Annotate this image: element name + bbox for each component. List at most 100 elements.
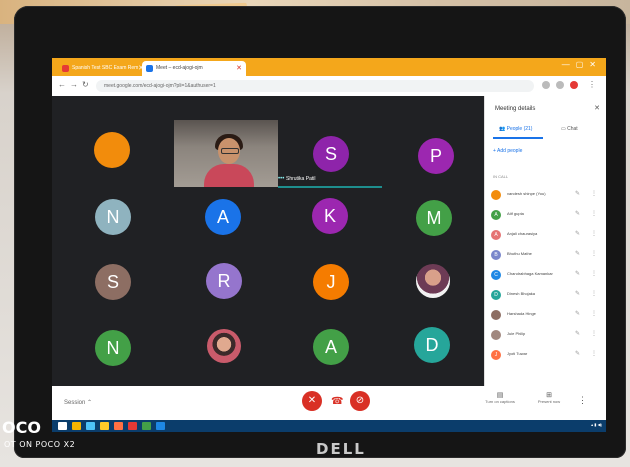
back-icon[interactable]: ← — [58, 80, 66, 89]
participant-row[interactable]: B Bhuthu Mathe ✎ ⋮ — [491, 248, 603, 262]
extension-icon[interactable] — [542, 81, 550, 89]
start-icon[interactable] — [58, 422, 67, 430]
firefox-icon[interactable] — [114, 422, 123, 430]
participant-initial: N — [106, 207, 120, 227]
mic-off-icon: ✎ — [575, 191, 581, 197]
ie-icon[interactable] — [86, 422, 95, 430]
session-label: Session — [64, 400, 86, 406]
star-icon[interactable] — [556, 81, 564, 89]
pin-icon[interactable]: ⋮ — [591, 190, 597, 197]
active-tab-indicator — [493, 137, 543, 139]
participant-row[interactable]: D Dinesh Bhojaka ✎ ⋮ — [491, 288, 603, 302]
captions-button[interactable]: ▤ Turn on captions — [480, 391, 520, 404]
avatar — [491, 310, 501, 320]
meet-favicon-icon — [146, 65, 153, 72]
address-bar-row: ← → ↻ meet.google.com/ecd-ajogi-ojm?pli=… — [52, 76, 606, 97]
participant-name: Juie Philip — [507, 331, 526, 336]
more-options-icon[interactable]: ⋮ — [591, 250, 597, 257]
hang-up-button[interactable]: ☎ — [331, 396, 343, 407]
participant-photo[interactable] — [416, 264, 450, 298]
participant-initial: J — [326, 272, 336, 292]
participant-tile[interactable]: J — [313, 264, 349, 300]
participant-tile[interactable]: S — [313, 136, 349, 172]
present-now-button[interactable]: ⊞ Present now — [529, 391, 569, 404]
participant-tile[interactable]: R — [206, 263, 242, 299]
word-icon[interactable] — [156, 422, 165, 430]
avatar: A — [491, 210, 501, 220]
more-options-icon[interactable]: ⋮ — [591, 270, 597, 277]
avatar: J — [491, 350, 501, 360]
browser-tab-bar: Spanish Test SBC Exam Rem ✕ Meet – ecd-a… — [52, 58, 606, 76]
add-people-label: Add people — [497, 148, 523, 154]
people-icon: 👥 — [499, 126, 506, 132]
profile-avatar[interactable] — [570, 81, 578, 89]
participant-row[interactable]: vandesh shinpe (You) ✎ ⋮ — [491, 188, 603, 202]
mute-mic-button[interactable]: ✕ — [302, 391, 322, 411]
participant-row[interactable]: Juie Philip ✎ ⋮ — [491, 328, 603, 342]
reload-icon[interactable]: ↻ — [82, 80, 89, 89]
participant-row[interactable]: J Jyoti Tuwar ✎ ⋮ — [491, 348, 603, 362]
more-options-icon[interactable]: ⋮ — [591, 290, 597, 297]
participant-name: Bhuthu Mathe — [507, 251, 532, 256]
browser-tab-active[interactable]: Meet – ecd-ajogi-ojm ✕ — [142, 61, 246, 76]
tab-chat[interactable]: ▭ Chat — [561, 126, 578, 132]
participant-tile[interactable]: D — [414, 327, 450, 363]
more-options-icon[interactable]: ⋮ — [591, 230, 597, 237]
participant-photo[interactable] — [207, 329, 241, 363]
participant-row[interactable]: A Anjali chaurasiya ✎ ⋮ — [491, 228, 603, 242]
system-tray[interactable]: ▴ ▮ ◀) — [591, 422, 602, 427]
participant-row[interactable]: Harshada Hinge ✎ ⋮ — [491, 308, 603, 322]
avatar — [491, 190, 501, 200]
more-options-icon[interactable]: ⋮ — [578, 395, 587, 406]
active-speaker-line — [278, 186, 382, 188]
participant-name: Chandrabhaga Kamankar — [507, 271, 553, 276]
avatar — [491, 330, 501, 340]
presenter-glasses — [221, 148, 239, 154]
presenter-body — [204, 164, 254, 187]
close-icon[interactable]: ✕ — [594, 104, 600, 112]
participant-tile[interactable]: P — [418, 138, 454, 174]
participant-tile[interactable]: A — [205, 199, 241, 235]
participant-tile[interactable]: N — [95, 199, 131, 235]
participant-tile[interactable]: S — [95, 264, 131, 300]
mic-off-icon: ✎ — [575, 331, 581, 337]
forward-icon[interactable]: → — [70, 80, 78, 89]
participant-tile[interactable]: M — [416, 200, 452, 236]
chat-icon: ▭ — [561, 126, 566, 132]
tab-label: People (21) — [506, 126, 533, 132]
more-options-icon[interactable]: ⋮ — [591, 310, 597, 317]
powerpoint-icon[interactable] — [128, 422, 137, 430]
chrome-icon[interactable] — [72, 422, 81, 430]
folder-icon[interactable] — [100, 422, 109, 430]
participant-initial: P — [429, 146, 442, 166]
browser-tab[interactable]: Spanish Test SBC Exam Rem ✕ — [58, 61, 148, 76]
session-menu[interactable]: Session ⌃ — [64, 399, 92, 406]
add-people-button[interactable]: + Add people — [493, 148, 522, 154]
participant-tile[interactable]: A — [313, 329, 349, 365]
participant-tile[interactable] — [94, 132, 130, 168]
more-options-icon[interactable]: ⋮ — [591, 350, 597, 357]
participant-initial: K — [323, 206, 336, 226]
excel-icon[interactable] — [142, 422, 151, 430]
chevron-up-icon: ⌃ — [87, 400, 93, 406]
mic-off-icon: ✎ — [575, 271, 581, 277]
new-tab-icon[interactable]: + — [238, 59, 244, 71]
camera-off-button[interactable]: ⊘ — [350, 391, 370, 411]
tab-people[interactable]: 👥 People (21) — [499, 126, 532, 132]
menu-dots-icon[interactable]: ⋮ — [588, 80, 596, 89]
participant-row[interactable]: A Atif gupta ✎ ⋮ — [491, 208, 603, 222]
tab-favicon-icon — [62, 65, 69, 72]
participant-tile[interactable]: N — [95, 330, 131, 366]
more-options-icon[interactable]: ⋮ — [591, 330, 597, 337]
avatar: A — [491, 230, 501, 240]
window-controls[interactable]: —▢✕ — [562, 60, 602, 69]
presenter-video[interactable] — [174, 120, 278, 187]
more-options-icon[interactable]: ⋮ — [591, 210, 597, 217]
video-grid: ••• Shrutika Patil S P N A K M S R J N A… — [52, 96, 484, 386]
avatar: C — [491, 270, 501, 280]
add-person-icon: + — [493, 148, 496, 154]
participant-row[interactable]: C Chandrabhaga Kamankar ✎ ⋮ — [491, 268, 603, 282]
captions-icon: ▤ — [496, 392, 504, 399]
participant-tile[interactable]: K — [312, 198, 348, 234]
url-input[interactable]: meet.google.com/ecd-ajogi-ojm?pli=1&auth… — [96, 80, 534, 92]
